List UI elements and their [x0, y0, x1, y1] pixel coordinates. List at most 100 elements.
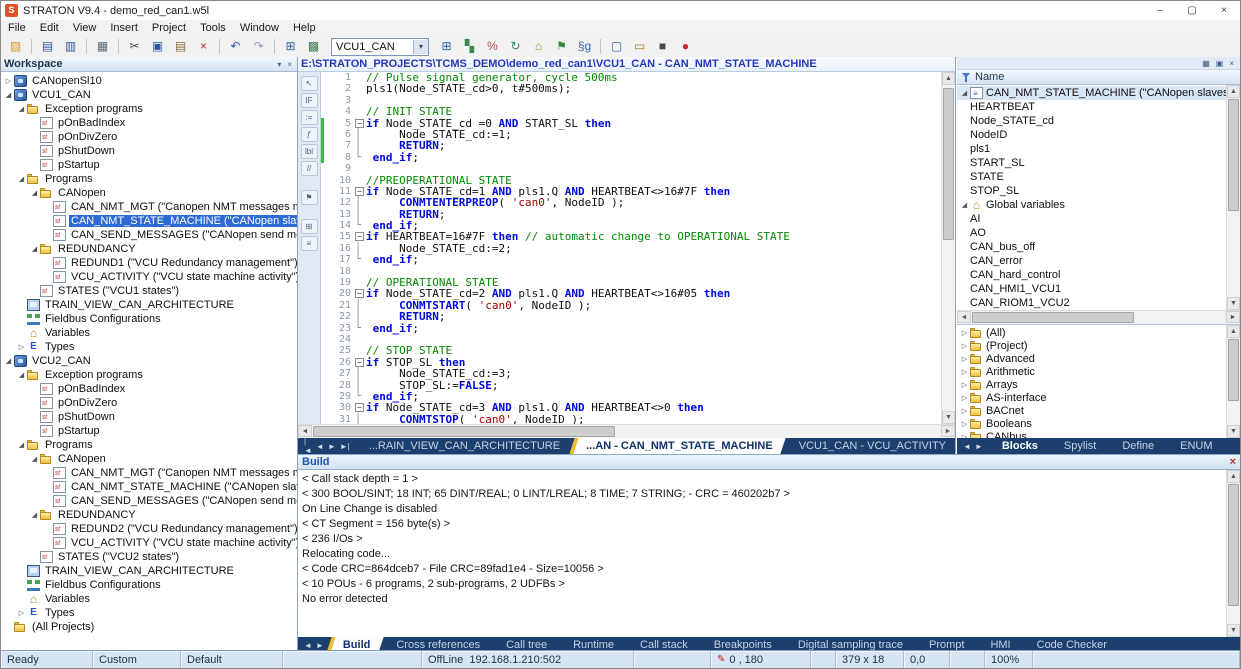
- code-line-17[interactable]: 17└ end_if;: [321, 254, 941, 265]
- scroll-down-icon[interactable]: ▼: [1227, 624, 1240, 637]
- expanded-arrow-icon[interactable]: ◢: [16, 105, 27, 113]
- block-category-all[interactable]: ▷(All): [957, 326, 1227, 339]
- menu-window[interactable]: Window: [233, 21, 286, 35]
- tree-item-fieldbus-configurations[interactable]: Fieldbus Configurations: [1, 312, 297, 326]
- collapsed-arrow-icon[interactable]: ▷: [959, 368, 970, 376]
- fold-collapse-icon[interactable]: −: [355, 118, 366, 129]
- previous-tab-icon[interactable]: ◄: [302, 641, 314, 650]
- program-selector[interactable]: VCU1_CAN ▾: [331, 38, 429, 56]
- expanded-arrow-icon[interactable]: ◢: [16, 175, 27, 183]
- function-block-tool-icon[interactable]: ƒ: [301, 127, 318, 142]
- tree-item-vcu1-can[interactable]: ◢VCU1_CAN: [1, 88, 297, 102]
- next-tab-icon[interactable]: ►: [326, 442, 338, 451]
- if-then-tool-icon[interactable]: IF: [301, 93, 318, 108]
- previous-tab-icon[interactable]: ◄: [314, 442, 326, 451]
- tree-item-redund1-vcu-redundancy-management[interactable]: REDUND1 ("VCU Redundancy management"): [1, 256, 297, 270]
- panel-menu-icon[interactable]: ▾: [275, 60, 283, 69]
- close-panel-icon[interactable]: ×: [1226, 59, 1237, 68]
- tree-item-train-view-can-architecture[interactable]: TRAIN_VIEW_CAN_ARCHITECTURE: [1, 298, 297, 312]
- cycle-icon[interactable]: ↻: [505, 37, 526, 56]
- collapsed-arrow-icon[interactable]: ▷: [959, 433, 970, 439]
- variable-row-start-sl[interactable]: START_SL: [957, 156, 1227, 170]
- collapsed-arrow-icon[interactable]: ▷: [959, 329, 970, 337]
- variable-row-can-hard-control[interactable]: CAN_hard_control: [957, 268, 1227, 282]
- close-button[interactable]: ×: [1208, 1, 1240, 20]
- first-tab-icon[interactable]: |◄: [302, 437, 314, 455]
- scroll-down-icon[interactable]: ▼: [942, 411, 955, 424]
- download-icon[interactable]: ■: [652, 37, 673, 56]
- scrollbar-thumb[interactable]: [972, 312, 1134, 323]
- code-line-31[interactable]: 31│ CONMTSTOP( 'can0', NodeID );: [321, 414, 941, 424]
- close-build-panel-icon[interactable]: ×: [1230, 456, 1236, 468]
- cut-icon[interactable]: ✂: [124, 37, 145, 56]
- scroll-up-icon[interactable]: ▲: [942, 72, 955, 85]
- code-line-23[interactable]: 23└ end_if;: [321, 323, 941, 334]
- tree-item-states-vcu2-states[interactable]: STATES ("VCU2 states"): [1, 550, 297, 564]
- collapsed-arrow-icon[interactable]: ▷: [3, 77, 14, 85]
- expanded-arrow-icon[interactable]: ◢: [29, 245, 40, 253]
- expanded-arrow-icon[interactable]: ◢: [959, 201, 970, 209]
- expanded-arrow-icon[interactable]: ◢: [16, 441, 27, 449]
- undo-icon[interactable]: ↶: [225, 37, 246, 56]
- scroll-down-icon[interactable]: ▼: [1227, 297, 1240, 310]
- code-line-8[interactable]: 8└ end_if;: [321, 152, 941, 163]
- tree-item-vcu-activity-vcu-state-machine-activity[interactable]: VCU_ACTIVITY ("VCU state machine activit…: [1, 536, 297, 550]
- home-icon[interactable]: ⌂: [528, 37, 549, 56]
- tree-item-exception-programs[interactable]: ◢Exception programs: [1, 368, 297, 382]
- assignment-tool-icon[interactable]: :=: [301, 110, 318, 125]
- expanded-arrow-icon[interactable]: ◢: [29, 511, 40, 519]
- paste-icon[interactable]: ▤: [170, 37, 191, 56]
- menu-insert[interactable]: Insert: [103, 21, 145, 35]
- new-project-icon[interactable]: ▨: [5, 37, 26, 56]
- scrollbar-thumb[interactable]: [1228, 339, 1239, 401]
- scrollbar-thumb[interactable]: [1228, 484, 1239, 606]
- expanded-arrow-icon[interactable]: ◢: [29, 189, 40, 197]
- tree-item-redund2-vcu-redundancy-management[interactable]: REDUND2 ("VCU Redundancy management"): [1, 522, 297, 536]
- tree-item-vcu-activity-vcu-state-machine-activity[interactable]: VCU_ACTIVITY ("VCU state machine activit…: [1, 270, 297, 284]
- blocks-vertical-scrollbar[interactable]: ▲ ▼: [1226, 325, 1240, 438]
- collapsed-arrow-icon[interactable]: ▷: [959, 355, 970, 363]
- redo-icon[interactable]: ↷: [248, 37, 269, 56]
- variables-horizontal-scrollbar[interactable]: ◄ ►: [957, 310, 1240, 325]
- menu-tools[interactable]: Tools: [193, 21, 233, 35]
- minimize-button[interactable]: –: [1144, 1, 1176, 20]
- variable-row-stop-sl[interactable]: STOP_SL: [957, 184, 1227, 198]
- variable-row-heartbeat[interactable]: HEARTBEAT: [957, 100, 1227, 114]
- fold-collapse-icon[interactable]: −: [355, 231, 366, 242]
- build-vertical-scrollbar[interactable]: ▲ ▼: [1226, 470, 1240, 637]
- scrollbar-thumb[interactable]: [943, 88, 954, 240]
- scroll-down-icon[interactable]: ▼: [1227, 425, 1240, 438]
- tree-item-train-view-can-architecture[interactable]: TRAIN_VIEW_CAN_ARCHITECTURE: [1, 564, 297, 578]
- tree-item-pondivzero[interactable]: pOnDivZero: [1, 130, 297, 144]
- scrollbar-thumb[interactable]: [1228, 99, 1239, 211]
- list-tool-icon[interactable]: ≡: [301, 236, 318, 251]
- scroll-up-icon[interactable]: ▲: [1227, 85, 1240, 98]
- block-category-as-interface[interactable]: ▷AS-interface: [957, 391, 1227, 404]
- collapsed-arrow-icon[interactable]: ▷: [959, 342, 970, 350]
- select-tool-icon[interactable]: ↖: [301, 76, 318, 91]
- io-grid-icon[interactable]: ⊞: [436, 37, 457, 56]
- tree-item-pshutdown[interactable]: pShutDown: [1, 144, 297, 158]
- save-all-icon[interactable]: ▥: [60, 37, 81, 56]
- folder-view-icon[interactable]: ▭: [629, 37, 650, 56]
- tree-item-canopensl10[interactable]: ▷CANopenSl10: [1, 74, 297, 88]
- tree-item-pshutdown[interactable]: pShutDown: [1, 410, 297, 424]
- expanded-arrow-icon[interactable]: ◢: [3, 91, 14, 99]
- collapsed-arrow-icon[interactable]: ▷: [959, 407, 970, 415]
- block-category-booleans[interactable]: ▷Booleans: [957, 417, 1227, 430]
- maximize-button[interactable]: ▢: [1176, 1, 1208, 20]
- tree-item-pstartup[interactable]: pStartup: [1, 424, 297, 438]
- tree-item-can-send-messages-canopen-send-message[interactable]: CAN_SEND_MESSAGES ("CANopen send message…: [1, 228, 297, 242]
- block-category-arithmetic[interactable]: ▷Arithmetic: [957, 365, 1227, 378]
- dropdown-arrow-icon[interactable]: ▾: [413, 40, 428, 54]
- code-line-2[interactable]: 2pls1(Node_STATE_cd>0, t#500ms);: [321, 83, 941, 94]
- expanded-arrow-icon[interactable]: ◢: [16, 371, 27, 379]
- code-line-4[interactable]: 4// INIT STATE: [321, 106, 941, 117]
- code-line-22[interactable]: 22│ RETURN;: [321, 311, 941, 322]
- menu-file[interactable]: File: [1, 21, 33, 35]
- tree-item-variables[interactable]: Variables: [1, 592, 297, 606]
- variable-row-can-bus-off[interactable]: CAN_bus_off: [957, 240, 1227, 254]
- variable-row-state[interactable]: STATE: [957, 170, 1227, 184]
- variable-row-can-nmt-state-machine-canopen-slaves[interactable]: ◢CAN_NMT_STATE_MACHINE ("CANopen slaves: [957, 86, 1227, 100]
- auto-hide-icon[interactable]: ▣: [1213, 59, 1227, 68]
